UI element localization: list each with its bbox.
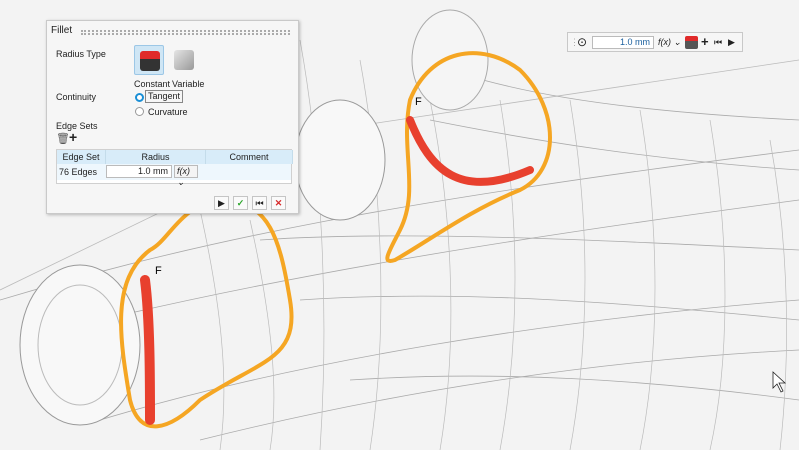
microdialog-toolbar: ⋮ ⊙ 1.0 mm f(x) ⌄ + ⏮ ▶ xyxy=(567,32,743,52)
trash-icon[interactable]: 🗑 xyxy=(56,132,70,145)
constant-label: Constant xyxy=(134,79,171,89)
add-edge-set-button[interactable]: + xyxy=(69,129,77,145)
table-row[interactable]: 76 Edges 1.0 mm f(x) ⌄ xyxy=(57,164,291,187)
mouse-cursor-icon xyxy=(772,371,787,393)
radius-input[interactable]: 1.0 mm xyxy=(106,165,172,178)
curvature-option[interactable]: Curvature xyxy=(148,107,188,117)
fillet-marker: F xyxy=(415,96,422,108)
edge-set-cell: 76 Edges xyxy=(59,167,98,177)
target-icon[interactable]: ⊙ xyxy=(577,35,587,49)
fillet-marker: F xyxy=(155,265,162,277)
exit-icon[interactable]: ⏮ xyxy=(714,37,722,48)
cancel-button[interactable]: ✕ xyxy=(271,196,286,210)
play-icon[interactable]: ▶ xyxy=(728,37,735,48)
col-header-radius[interactable]: Radius xyxy=(106,150,206,164)
constant-cube-icon xyxy=(140,51,160,71)
variable-radius-button[interactable] xyxy=(169,45,199,75)
constant-radius-button[interactable] xyxy=(134,45,164,75)
exit-button[interactable]: ⏮ xyxy=(252,196,267,210)
fillet-dialog: Fillet Radius Type Constant Variable Con… xyxy=(46,20,299,214)
tangent-option[interactable]: Tangent xyxy=(145,90,184,103)
fx-label: f(x) xyxy=(177,166,190,176)
variable-label: Variable xyxy=(172,79,205,89)
col-header-edge-set[interactable]: Edge Set xyxy=(57,150,106,164)
continuity-label: Continuity xyxy=(56,92,97,102)
drag-handle[interactable] xyxy=(81,30,290,35)
tangent-radio[interactable] xyxy=(135,93,144,102)
toolbar-formula-dropdown[interactable]: f(x) ⌄ xyxy=(658,37,681,48)
curvature-radio[interactable] xyxy=(135,107,144,116)
dialog-title: Fillet xyxy=(51,25,73,36)
toolbar-radius-input[interactable]: 1.0 mm xyxy=(592,36,654,49)
ok-button[interactable]: ✓ xyxy=(233,196,248,210)
formula-dropdown[interactable]: f(x) ⌄ xyxy=(174,165,198,187)
variable-cube-icon xyxy=(174,50,194,70)
radius-type-label: Radius Type xyxy=(56,49,106,59)
radius-type-icon[interactable] xyxy=(685,36,698,49)
fx-label: f(x) xyxy=(658,37,671,47)
col-header-comment[interactable]: Comment xyxy=(206,150,293,164)
add-button[interactable]: + xyxy=(701,34,709,49)
play-button[interactable]: ▶ xyxy=(214,196,229,210)
edge-sets-table: Edge Set Radius Comment 76 Edges 1.0 mm … xyxy=(56,149,293,187)
